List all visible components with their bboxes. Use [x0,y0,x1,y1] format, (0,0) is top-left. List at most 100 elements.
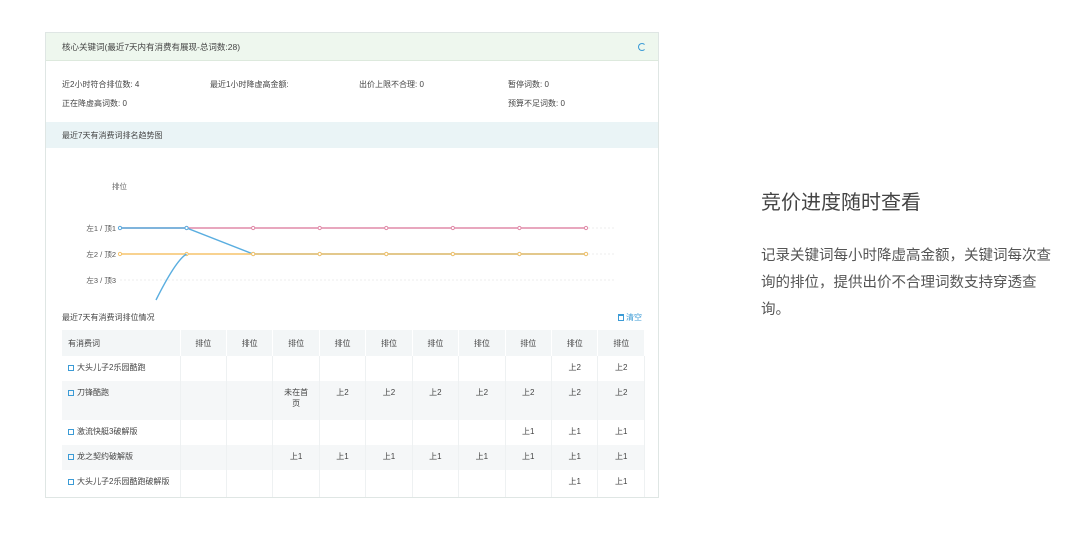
trash-icon [618,313,624,321]
stat-price-cap-invalid[interactable]: 出价上限不合理: 0 [359,79,424,90]
keyword-cell: 刀锋酷跑 [62,381,181,420]
col-header: 有消费词 [62,330,181,356]
rank-cell: 上1 [551,470,599,497]
checkbox-icon[interactable] [68,390,74,396]
rank-cell [365,356,413,381]
series-point [317,225,322,231]
series-point [117,251,123,257]
series-point [184,225,189,231]
rank-cell [180,381,227,420]
trend-chart: 排位 左1 / 顶1 左2 / 顶2 左3 / 顶3 [46,148,658,304]
trend-chart-svg: 排位左1 / 顶1 左2 / 顶2 左3 / 顶3 [86,181,616,301]
refresh-icon[interactable] [638,42,646,51]
series-point [450,251,455,257]
rank-cell [458,420,506,445]
rank-cell: 上2 [597,381,645,420]
side-description: 记录关键词每小时降虚高金额，关键词每次查询的排位，提供出价不合理词数支持穿透查询… [761,248,1051,318]
rank-cell: 上2 [551,356,599,381]
col-header: 排位 [412,330,460,356]
trend-section-label: 最近7天有消费词排名趋势图 [62,130,163,140]
rank-cell [180,470,227,497]
trend-section-title: 最近7天有消费词排名趋势图 [46,122,658,148]
keyword-cell: 大头儿子2乐园酷跑 [62,356,181,381]
rank-table: 有消费词 排位 排位 排位 排位 排位 排位 排位 排位 排位 排位 大头儿子2… [62,330,645,497]
rank-cell [226,356,274,381]
table-section-header: 最近7天有消费词排位情况 清空 [46,304,658,330]
rank-cell [319,470,367,497]
rank-cell: 上2 [551,381,599,420]
table-row: 大头儿子2乐园酷跑 上2 上2 [62,356,645,381]
rank-cell: 上1 [505,420,553,445]
rank-cell [505,470,553,497]
rank-cell: 上1 [319,445,367,470]
rank-cell [272,470,320,497]
series-point [251,225,256,231]
rank-cell [226,470,274,497]
stats-area: 近2小时符合排位数: 4 最近1小时降虚高金额: 出价上限不合理: 0 暂停词数… [46,61,658,122]
rank-cell [180,420,227,445]
rank-cell: 上2 [505,381,553,420]
clear-button[interactable]: 清空 [618,312,642,323]
rank-cell [226,420,274,445]
series-point [317,251,322,257]
stat-paused-words: 暂停词数: 0 [508,80,549,89]
rank-cell [365,470,413,497]
rank-cell [180,356,227,381]
panel-header: 核心关键词(最近7天内有消费有展现-总词数:28) [46,33,658,61]
clear-label: 清空 [626,312,642,322]
keyword-cell: 激流快艇3破解版 [62,420,181,445]
rank-cell [226,381,274,420]
keyword-label: 大头儿子2乐园酷跑破解版 [77,477,170,486]
rank-cell: 上1 [458,445,506,470]
rank-cell: 未在首页 [272,381,320,420]
keyword-cell: 大头儿子2乐园酷跑破解版 [62,470,181,497]
keyword-label: 龙之契约破解版 [77,452,133,461]
rank-cell [365,420,413,445]
keyword-cell: 龙之契约破解版 [62,445,181,470]
rank-cell [272,420,320,445]
stat-bid-reduce-amount: 最近1小时降虚高金额: [210,80,289,89]
rank-cell: 上1 [365,445,413,470]
rank-cell [412,356,460,381]
side-title: 竞价进度随时查看 [761,192,921,214]
rank-cell: 上1 [597,420,645,445]
checkbox-icon[interactable] [68,479,74,485]
series-point [384,251,389,257]
col-header: 排位 [458,330,506,356]
checkbox-icon[interactable] [68,454,74,460]
series-point [251,251,256,257]
table-row: 龙之契约破解版 上1 上1 上1 上1 上1 上1 上1 上1 [62,445,645,470]
rank-cell [226,445,274,470]
rank-cell [505,356,553,381]
series-point [384,225,389,231]
y-axis-label: 排位 [112,181,127,191]
rank-cell: 上1 [597,445,645,470]
series-point [450,225,455,231]
rank-cell: 上1 [551,420,599,445]
panel-title: 核心关键词(最近7天内有消费有展现-总词数:28) [62,41,241,52]
rank-cell [319,356,367,381]
y-tick-label: 左2 / 顶2 [86,249,116,259]
checkbox-icon[interactable] [68,365,74,371]
checkbox-icon[interactable] [68,429,74,435]
keyword-label: 大头儿子2乐园酷跑 [77,363,146,372]
stat-reducing-words: 正在降虚高词数: 0 [62,99,127,108]
series-point [117,225,123,231]
col-header: 排位 [505,330,553,356]
series-line [120,227,586,255]
rank-cell [458,470,506,497]
rank-cell: 上2 [319,381,367,420]
series-line-entry [155,253,187,301]
y-tick-label: 左3 / 顶3 [86,275,116,285]
keyword-label: 刀锋酷跑 [77,388,109,397]
rank-cell [272,356,320,381]
keyword-label: 激流快艇3破解版 [77,427,138,436]
col-header: 排位 [226,330,274,356]
rank-cell [412,420,460,445]
table-row: 刀锋酷跑 未在首页 上2 上2 上2 上2 上2 上2 上2 [62,381,645,420]
col-header: 排位 [180,330,227,356]
series-point [517,251,522,257]
rank-cell [180,445,227,470]
series-point [517,225,522,231]
rank-cell: 上1 [551,445,599,470]
